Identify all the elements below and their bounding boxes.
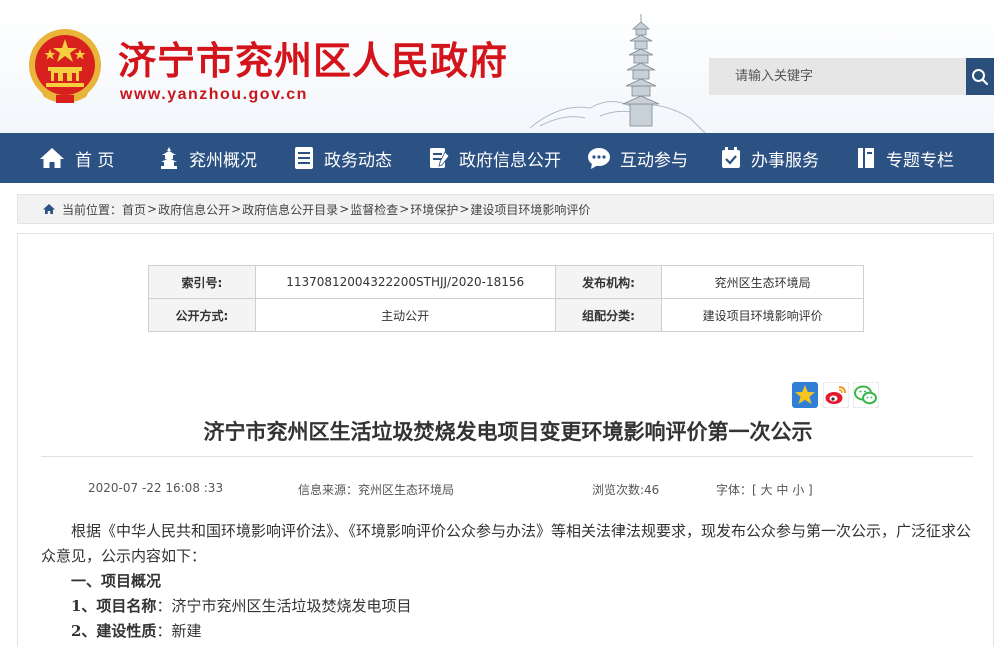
pagoda-landmark-image (529, 14, 706, 133)
article-body: 根据《中华人民共和国环境影响评价法》、《环境影响评价公众参与办法》等相关法律法规… (41, 519, 973, 644)
table-row: 索引号: 11370812004322200STHJJ/2020-18156 发… (148, 265, 864, 299)
list-item: 1、项目名称：济宁市兖州区生活垃圾焚烧发电项目 (41, 594, 973, 619)
font-size-medium-button[interactable]: 中 (776, 483, 788, 497)
nav-item-interaction[interactable]: 互动参与 (587, 133, 688, 183)
section-heading-text: 一、项目概况 (71, 572, 162, 590)
home-icon (40, 148, 64, 168)
breadcrumb-link-supervision[interactable]: 监督检查 (350, 201, 398, 218)
home-small-icon (43, 204, 55, 214)
calendar-check-icon (722, 147, 740, 168)
nav-item-services[interactable]: 办事服务 (720, 133, 819, 183)
document-list-icon (295, 147, 313, 169)
nav-item-news[interactable]: 政务动态 (293, 133, 392, 183)
article-title: 济宁市兖州区生活垃圾焚烧发电项目变更环境影响评价第一次公示 (203, 420, 813, 444)
font-size-label: 字体：[ (716, 483, 757, 497)
item-label: 2、建设性质 (71, 622, 157, 640)
nav-item-home[interactable]: 首 页 (38, 133, 114, 183)
font-size-large-button[interactable]: 大 (761, 483, 773, 497)
site-title: 济宁市兖州区人民政府 (118, 39, 509, 83)
list-item: 2、建设性质：新建 (41, 619, 973, 644)
notebook-pen-icon (430, 148, 450, 168)
breadcrumb-link-environment[interactable]: 环境保护 (410, 201, 458, 218)
category-label: 组配分类: (554, 298, 663, 332)
nav-item-overview[interactable]: 兖州概况 (158, 133, 257, 183)
item-value: ：济宁市兖州区生活垃圾焚烧发电项目 (156, 597, 412, 615)
nav-item-topics[interactable]: 专题专栏 (855, 133, 954, 183)
publisher-value: 兖州区生态环境局 (661, 265, 864, 299)
wechat-share-icon[interactable] (853, 382, 879, 408)
info-source: 信息来源：兖州区生态环境局 (298, 483, 455, 497)
pagoda-icon (161, 147, 177, 169)
publish-date: 2020-07 -22 16:08 :33 (88, 481, 224, 495)
breadcrumb-link-catalog[interactable]: 政府信息公开目录 (242, 201, 338, 218)
open-mode-label: 公开方式: (148, 298, 256, 332)
paragraph: 根据《中华人民共和国环境影响评价法》、《环境影响评价公众参与办法》等相关法律法规… (41, 522, 972, 565)
national-emblem-icon (29, 29, 101, 103)
nav-item-label: 专题专栏 (886, 150, 954, 171)
qzone-share-icon[interactable] (792, 382, 818, 408)
info-table: 索引号: 11370812004322200STHJJ/2020-18156 发… (148, 265, 864, 332)
open-mode-value: 主动公开 (254, 298, 556, 332)
index-label: 索引号: (148, 265, 256, 299)
font-size-end: ] (808, 483, 813, 497)
nav-item-label: 兖州概况 (189, 150, 257, 171)
breadcrumb-link-home[interactable]: 首页 (122, 201, 146, 218)
view-count: 浏览次数:46 (592, 483, 660, 497)
nav-item-info-disclosure[interactable]: 政府信息公开 (428, 133, 561, 183)
category-value: 建设项目环境影响评价 (661, 298, 864, 332)
publisher-label: 发布机构: (554, 265, 663, 299)
title-divider (41, 456, 973, 457)
site-header: 济宁市兖州区人民政府 www.yanzhou.gov.cn (0, 0, 994, 133)
search-button[interactable] (966, 58, 994, 95)
main-nav: 首 页 兖州概况 政务动态 政府信息公开 互动参与 办事服务 专题专栏 (0, 133, 994, 183)
font-size-small-button[interactable]: 小 (792, 483, 804, 497)
nav-item-label: 办事服务 (751, 150, 819, 171)
table-row: 公开方式: 主动公开 组配分类: 建设项目环境影响评价 (148, 298, 864, 332)
weibo-share-icon[interactable] (823, 382, 849, 408)
breadcrumb-prefix: 当前位置： (62, 202, 123, 217)
breadcrumb-link-info-disclosure[interactable]: 政府信息公开 (158, 201, 230, 218)
item-label: 1、项目名称 (71, 597, 157, 615)
index-value: 11370812004322200STHJJ/2020-18156 (254, 265, 556, 299)
nav-item-label: 首 页 (75, 150, 115, 171)
item-value: ：新建 (156, 622, 202, 640)
font-size-switcher: 字体：[ 大 中 小 ] (716, 481, 813, 498)
nav-item-label: 互动参与 (620, 150, 688, 171)
nav-item-label: 政府信息公开 (459, 150, 561, 171)
book-icon (858, 148, 874, 168)
search-icon (972, 68, 989, 85)
site-url: www.yanzhou.gov.cn (120, 86, 308, 103)
nav-item-label: 政务动态 (324, 150, 392, 171)
section-heading: 一、项目概况 (41, 569, 973, 594)
chat-bubble-icon (588, 148, 610, 169)
breadcrumb: 当前位置： 首页 > 政府信息公开 > 政府信息公开目录 > 监督检查 > 环境保护 > … (17, 194, 994, 224)
breadcrumb-link-eia[interactable]: 建设项目环境影响评价 (470, 201, 590, 218)
search-input[interactable] (709, 58, 967, 95)
